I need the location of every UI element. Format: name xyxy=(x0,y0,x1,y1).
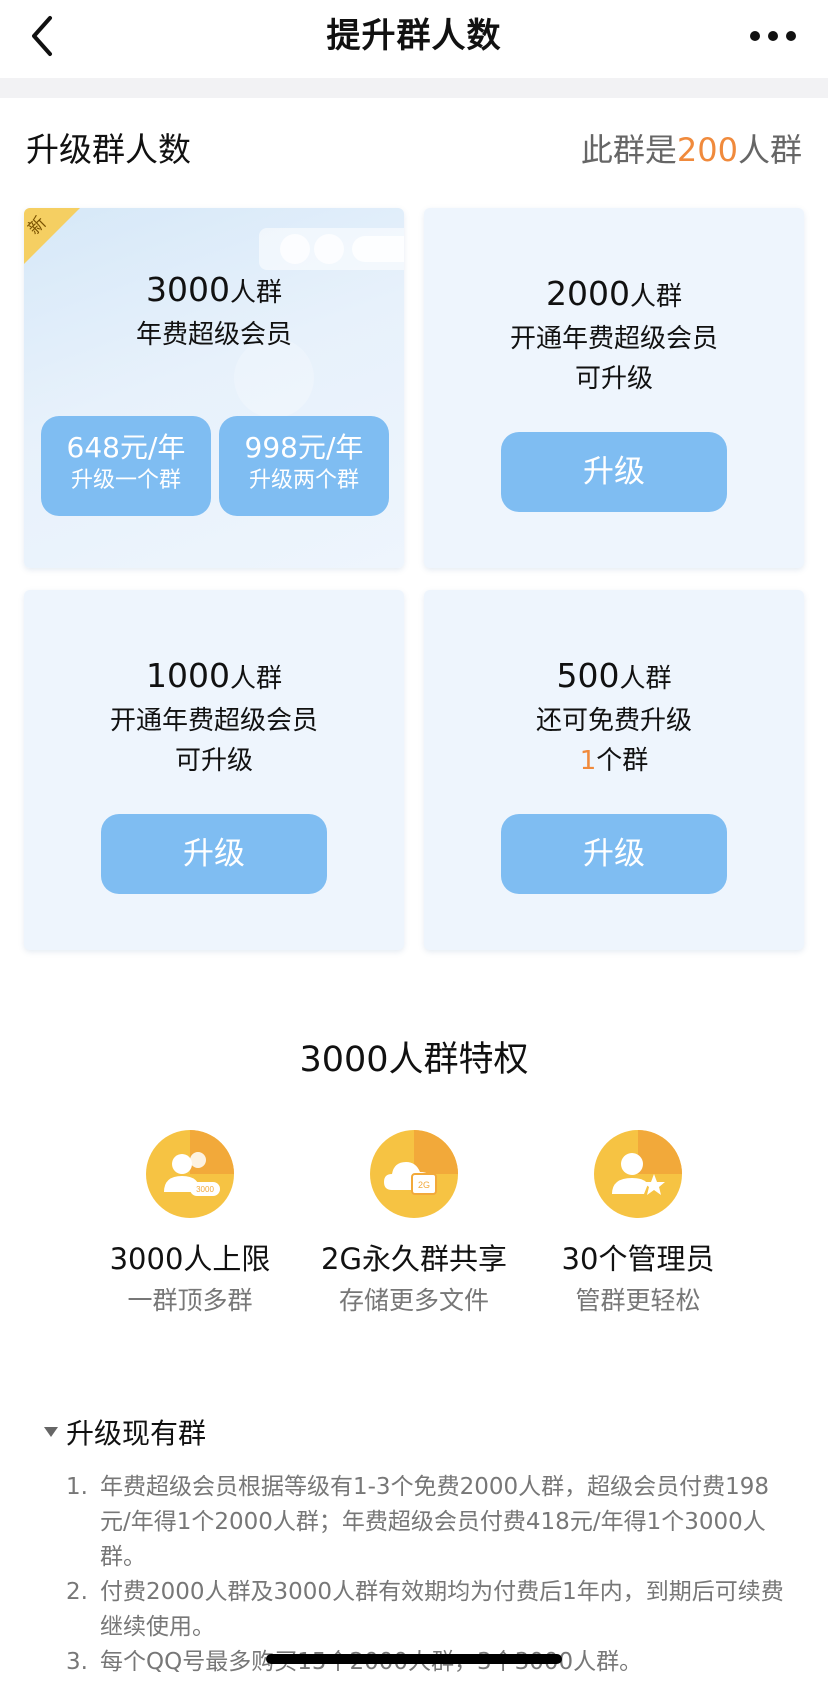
notes-list: 1. 年费超级会员根据等级有1-3个免费2000人群，超级会员付费198元/年得1… xyxy=(66,1470,786,1680)
card-2000-line1: 开通年费超级会员 xyxy=(509,324,718,354)
price-option-price: 648元/年 xyxy=(66,431,186,464)
card-1000-unit: 人群 xyxy=(229,664,282,694)
card-1000-line2: 可升级 xyxy=(174,746,253,776)
upgrade-2000-button[interactable]: 升级 xyxy=(501,432,727,512)
new-badge: 新 xyxy=(24,208,80,264)
card-2000-title: 2000人群 xyxy=(424,274,804,313)
card-500-title: 500人群 xyxy=(424,656,804,695)
privileges-title: 3000人群特权 xyxy=(299,1040,529,1080)
privilege-desc: 存储更多文件 xyxy=(338,1286,489,1315)
note-number: 1. xyxy=(66,1474,88,1500)
privilege-name: 30个管理员 xyxy=(561,1242,715,1276)
page-title: 提升群人数 xyxy=(326,16,502,56)
admin-star-icon xyxy=(594,1130,682,1218)
card-3000-number: 3000 xyxy=(146,270,230,309)
upgrade-existing-label: 升级现有群 xyxy=(66,1417,207,1450)
card-3000-subtitle: 年费超级会员 xyxy=(135,320,292,350)
price-option-two-groups[interactable]: 998元/年 升级两个群 xyxy=(219,416,389,516)
price-option-label: 升级两个群 xyxy=(248,468,359,493)
caret-down-icon xyxy=(44,1427,58,1437)
more-dots-icon[interactable] xyxy=(748,18,798,54)
group-members-icon-badge: 3000 xyxy=(196,1185,214,1194)
section-title: 升级群人数 xyxy=(26,130,191,169)
group-status-number: 200 xyxy=(676,131,738,169)
note-text: 付费2000人群及3000人群有效期均为付费后1年内，到期后可续费继续使用。 xyxy=(100,1579,784,1640)
upgrade-1000-button[interactable]: 升级 xyxy=(101,814,327,894)
cloud-storage-icon-badge: 2G xyxy=(418,1180,430,1190)
free-group-suffix: 个群 xyxy=(596,746,649,776)
card-500: 500人群 还可免费升级 1个群 升级 xyxy=(424,590,804,950)
card-500-line1: 还可免费升级 xyxy=(535,706,692,736)
card-2000: 2000人群 开通年费超级会员 可升级 升级 xyxy=(424,208,804,568)
card-3000: 新 3000人群 年费超级会员 648元/年 升级一个群 998元/年 升级两个… xyxy=(24,208,404,568)
card-2000-number: 2000 xyxy=(546,274,630,313)
card-500-number: 500 xyxy=(556,656,620,695)
card-500-unit: 人群 xyxy=(619,664,672,694)
note-text: 年费超级会员根据等级有1-3个免费2000人群，超级会员付费198元/年得1个2… xyxy=(100,1474,769,1570)
price-option-one-group[interactable]: 648元/年 升级一个群 xyxy=(41,416,211,516)
upgrade-500-button[interactable]: 升级 xyxy=(501,814,727,894)
card-1000-number: 1000 xyxy=(146,656,230,695)
card-1000-title: 1000人群 xyxy=(24,656,404,695)
group-status-prefix: 此群是 xyxy=(580,131,677,169)
note-number: 2. xyxy=(66,1579,88,1605)
privilege-name: 3000人上限 xyxy=(109,1242,271,1276)
group-status-suffix: 人群 xyxy=(737,131,802,169)
nav-divider xyxy=(0,78,828,98)
card-500-line2: 1个群 xyxy=(424,744,804,778)
note-number: 3. xyxy=(66,1649,88,1675)
group-members-icon: 3000 xyxy=(146,1130,234,1218)
nav-bar: 提升群人数 xyxy=(0,0,828,78)
group-status: 此群是200人群 xyxy=(581,128,802,172)
card-2000-unit: 人群 xyxy=(629,282,682,312)
card-3000-unit: 人群 xyxy=(229,278,282,308)
card-1000: 1000人群 开通年费超级会员 可升级 升级 xyxy=(24,590,404,950)
cloud-storage-icon: 2G xyxy=(370,1130,458,1218)
card-1000-line1: 开通年费超级会员 xyxy=(109,706,318,736)
card-2000-line2: 可升级 xyxy=(574,364,653,394)
privilege-desc: 一群顶多群 xyxy=(127,1286,253,1315)
note-item: 1. 年费超级会员根据等级有1-3个免费2000人群，超级会员付费198元/年得1… xyxy=(66,1470,786,1575)
price-option-price: 998元/年 xyxy=(244,431,364,464)
privilege-desc: 管群更轻松 xyxy=(575,1286,701,1315)
home-indicator[interactable] xyxy=(266,1654,562,1664)
price-option-label: 升级一个群 xyxy=(70,468,181,493)
privilege-name: 2G永久群共享 xyxy=(321,1242,507,1276)
note-item: 2. 付费2000人群及3000人群有效期均为付费后1年内，到期后可续费继续使用。 xyxy=(66,1575,786,1645)
upgrade-existing-toggle[interactable]: 升级现有群 xyxy=(44,1414,206,1454)
free-group-count: 1 xyxy=(579,746,597,776)
card-3000-title: 3000人群 xyxy=(24,270,404,309)
